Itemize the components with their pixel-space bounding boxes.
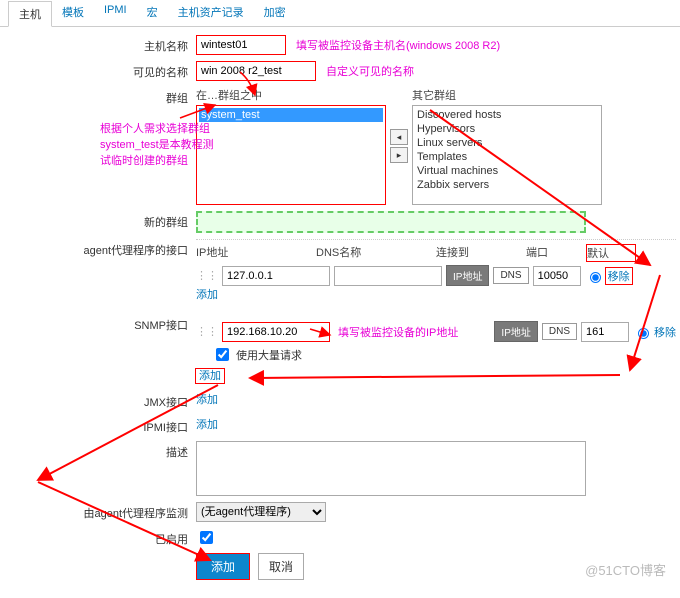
newgroup-label: 新的群组 <box>16 211 196 230</box>
snmp-port-input[interactable] <box>581 322 629 342</box>
tab-template[interactable]: 模板 <box>52 0 94 26</box>
group-item[interactable]: Discovered hosts <box>415 108 599 122</box>
groups-other-label: 其它群组 <box>412 87 602 103</box>
drag-handle-icon[interactable]: ⋮⋮ <box>196 269 218 282</box>
hostname-annotation: 填写被监控设备主机名(windows 2008 R2) <box>296 37 500 53</box>
groups-annotation: system_test是本教程测 <box>100 136 240 152</box>
agent-default-radio[interactable] <box>590 272 601 283</box>
col-ip: IP地址 <box>196 244 316 262</box>
snmp-conn-dns-button[interactable]: DNS <box>542 323 577 340</box>
move-right-button[interactable]: ▸ <box>390 147 408 163</box>
proxy-select[interactable]: (无agent代理程序) <box>196 502 326 522</box>
add-button[interactable]: 添加 <box>196 553 250 580</box>
snmp-default-radio[interactable] <box>638 328 649 339</box>
agent-dns-input[interactable] <box>334 266 442 286</box>
group-item[interactable]: Linux servers <box>415 136 599 150</box>
tab-inventory[interactable]: 主机资产记录 <box>168 0 254 26</box>
desc-textarea[interactable] <box>196 441 586 496</box>
cancel-button[interactable]: 取消 <box>258 553 304 580</box>
drag-handle-icon[interactable]: ⋮⋮ <box>196 325 218 338</box>
move-left-button[interactable]: ◂ <box>390 129 408 145</box>
snmp-conn-ip-button[interactable]: IP地址 <box>494 321 537 342</box>
snmp-label: SNMP接口 <box>16 314 196 333</box>
jmx-add-link[interactable]: 添加 <box>196 391 664 407</box>
tab-ipmi[interactable]: IPMI <box>94 0 137 26</box>
visiblename-label: 可见的名称 <box>16 61 196 80</box>
snmp-annotation: 填写被监控设备的IP地址 <box>338 324 458 340</box>
agent-label: agent代理程序的接口 <box>16 239 196 258</box>
group-item[interactable]: Virtual machines <box>415 164 599 178</box>
tab-nav: 主机 模板 IPMI 宏 主机资产记录 加密 <box>0 0 680 27</box>
group-item[interactable]: Zabbix servers <box>415 178 599 192</box>
hostname-input[interactable] <box>196 35 286 55</box>
ipmi-add-link[interactable]: 添加 <box>196 416 664 432</box>
groups-other-list[interactable]: Discovered hosts Hypervisors Linux serve… <box>412 105 602 205</box>
desc-label: 描述 <box>16 441 196 460</box>
agent-ip-input[interactable] <box>222 266 330 286</box>
enable-label: 已启用 <box>16 528 196 547</box>
snmp-add-link[interactable]: 添加 <box>196 369 224 383</box>
agent-remove-link[interactable]: 移除 <box>606 268 632 284</box>
groups-label: 群组 <box>16 87 196 106</box>
visiblename-annotation: 自定义可见的名称 <box>326 63 414 79</box>
enable-checkbox[interactable] <box>200 531 213 544</box>
col-dns: DNS名称 <box>316 244 436 262</box>
visiblename-input[interactable] <box>196 61 316 81</box>
groups-annotation: 试临时创建的群组 <box>100 152 240 168</box>
agent-conn-dns-button[interactable]: DNS <box>493 267 528 284</box>
jmx-label: JMX接口 <box>16 391 196 410</box>
snmp-bulk-checkbox[interactable] <box>216 348 229 361</box>
tab-macro[interactable]: 宏 <box>137 0 168 26</box>
agent-add-link[interactable]: 添加 <box>196 289 218 301</box>
group-item[interactable]: Hypervisors <box>415 122 599 136</box>
hostname-label: 主机名称 <box>16 35 196 54</box>
snmp-bulk-label: 使用大量请求 <box>236 347 302 363</box>
agent-port-input[interactable] <box>533 266 581 286</box>
proxy-label: 由agent代理程序监测 <box>16 502 196 521</box>
group-item[interactable]: Templates <box>415 150 599 164</box>
col-conn: 连接到 <box>436 244 526 262</box>
col-default: 默认 <box>586 244 636 262</box>
ipmi-if-label: IPMI接口 <box>16 416 196 435</box>
agent-conn-ip-button[interactable]: IP地址 <box>446 265 489 286</box>
snmp-ip-input[interactable] <box>222 322 330 342</box>
tab-encrypt[interactable]: 加密 <box>254 0 296 26</box>
groups-in-label: 在…群组之中 <box>196 87 386 103</box>
col-port: 端口 <box>526 244 586 262</box>
newgroup-input[interactable] <box>196 211 586 233</box>
snmp-remove-link[interactable]: 移除 <box>654 324 676 340</box>
tab-host[interactable]: 主机 <box>8 1 52 27</box>
groups-annotation: 根据个人需求选择群组 <box>100 120 240 136</box>
